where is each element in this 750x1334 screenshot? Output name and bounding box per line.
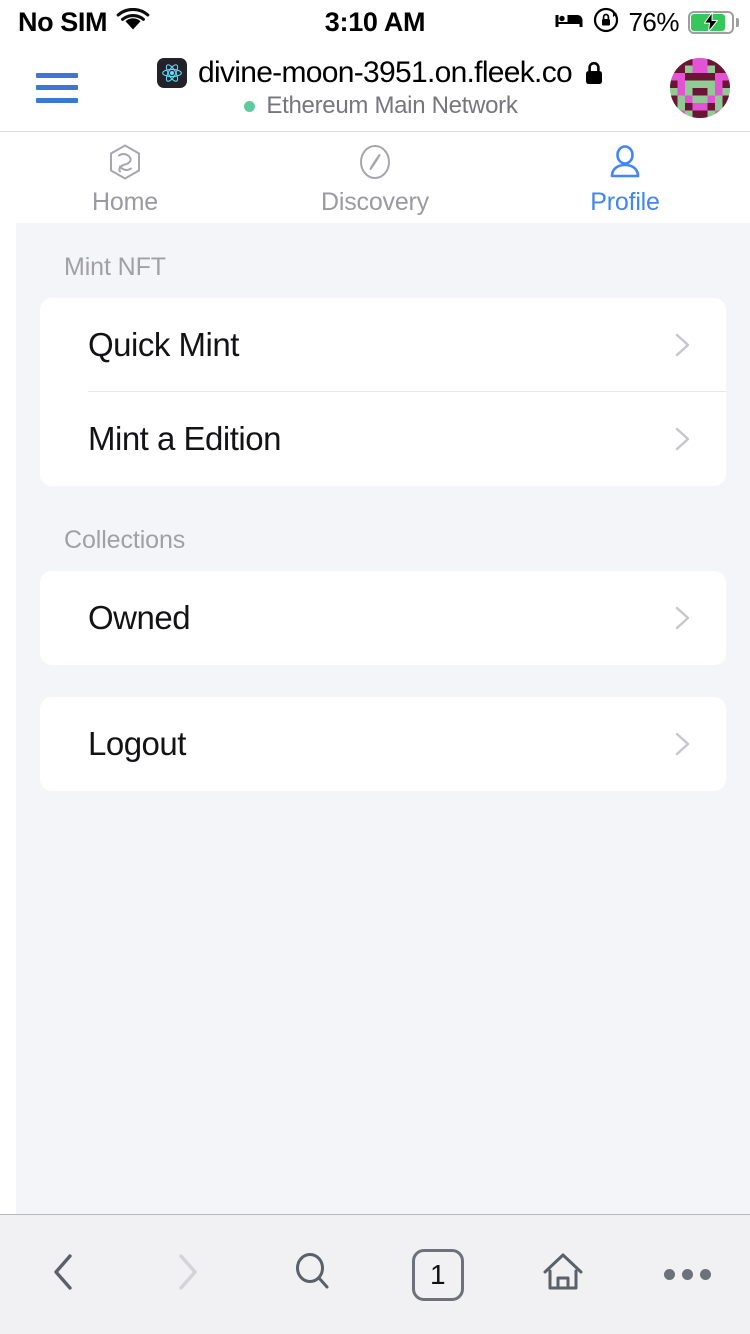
back-button[interactable] [0, 1215, 125, 1334]
ios-status-bar: No SIM 3:10 AM 76% [0, 0, 750, 44]
chevron-left-icon [46, 1250, 80, 1299]
row-quick-mint-label: Quick Mint [88, 326, 239, 363]
collections-card: Owned [40, 571, 726, 665]
chevron-right-icon [668, 331, 696, 359]
clock-label: 3:10 AM [324, 6, 426, 37]
chevron-right-icon [171, 1250, 205, 1299]
chevron-right-icon [668, 425, 696, 453]
row-owned[interactable]: Owned [40, 571, 726, 665]
row-logout-label: Logout [88, 725, 186, 762]
tab-home[interactable]: Home [0, 132, 250, 223]
safari-toolbar: 1 [0, 1214, 750, 1334]
react-logo-icon [157, 58, 187, 88]
tab-profile-label: Profile [590, 187, 660, 216]
tab-profile[interactable]: Profile [500, 132, 750, 223]
url-text: divine-moon-3951.on.fleek.co [198, 56, 573, 89]
row-logout[interactable]: Logout [40, 697, 726, 791]
row-owned-label: Owned [88, 599, 191, 636]
tab-count-badge: 1 [411, 1248, 464, 1301]
tab-discovery-label: Discovery [321, 187, 429, 216]
magnifier-icon [290, 1249, 336, 1300]
ellipsis-icon [664, 1269, 711, 1280]
bed-icon [554, 9, 584, 36]
home-button[interactable] [500, 1215, 625, 1334]
row-quick-mint[interactable]: Quick Mint [40, 298, 726, 392]
share-search-button[interactable] [250, 1215, 375, 1334]
battery-charging-icon [688, 10, 739, 34]
home-icon [540, 1249, 586, 1300]
web-content: Home Discovery Profile Mint NFT Quick Mi… [0, 132, 750, 1214]
status-bar-right: 76% [554, 0, 739, 44]
url-primary-line: divine-moon-3951.on.fleek.co [157, 56, 605, 90]
hamburger-menu-icon[interactable] [36, 72, 78, 103]
chevron-right-icon [668, 604, 696, 632]
compass-icon [356, 143, 394, 181]
tab-home-label: Home [92, 187, 158, 216]
row-mint-a-edition-label: Mint a Edition [88, 420, 281, 457]
person-icon [606, 143, 644, 181]
network-status-dot [244, 100, 256, 112]
app-tab-bar: Home Discovery Profile [0, 132, 750, 223]
profile-page: Mint NFT Quick Mint Mint a Edition Colle… [16, 223, 750, 1214]
row-mint-a-edition[interactable]: Mint a Edition [40, 392, 726, 486]
tab-count-label: 1 [429, 1258, 446, 1290]
mint-nft-card: Quick Mint Mint a Edition [40, 298, 726, 486]
section-title-collections: Collections [64, 526, 186, 554]
tabs-button[interactable]: 1 [375, 1215, 500, 1334]
logout-card: Logout [40, 697, 726, 791]
blockies-avatar[interactable] [670, 57, 730, 118]
tab-discovery[interactable]: Discovery [250, 132, 500, 223]
chevron-right-icon [668, 730, 696, 758]
more-button[interactable] [625, 1215, 750, 1334]
phone-screen: No SIM 3:10 AM 76% divine-moon-3951.on.f… [0, 0, 750, 1334]
forward-button[interactable] [125, 1215, 250, 1334]
lock-icon [583, 60, 605, 86]
hexagon-logo-icon [106, 143, 144, 181]
network-status-label: Ethereum Main Network [266, 92, 518, 119]
battery-percent-label: 76% [628, 6, 679, 37]
section-title-mint-nft: Mint NFT [64, 253, 166, 281]
rotation-lock-icon [593, 7, 619, 38]
url-field[interactable]: divine-moon-3951.on.fleek.co Ethereum Ma… [100, 44, 662, 132]
safari-url-bar: divine-moon-3951.on.fleek.co Ethereum Ma… [0, 44, 750, 132]
network-status: Ethereum Main Network [244, 92, 518, 120]
